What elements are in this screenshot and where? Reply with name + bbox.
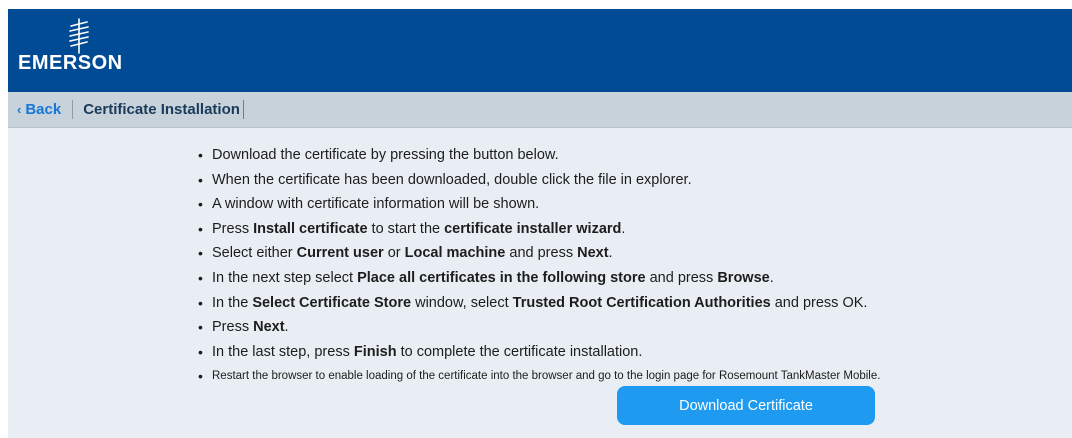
page-title: Certificate Installation	[83, 101, 240, 118]
instruction-text: Select either	[212, 245, 297, 262]
instruction-item: In the next step select Place all certif…	[196, 266, 880, 291]
instruction-item: Download the certificate by pressing the…	[196, 143, 880, 168]
instruction-item: Select either Current user or Local mach…	[196, 241, 880, 266]
instruction-text: .	[608, 245, 613, 262]
chevron-left-icon: ‹	[17, 102, 22, 117]
instruction-emphasis: Local machine	[404, 245, 506, 262]
download-certificate-button[interactable]: Download Certificate	[617, 386, 875, 425]
instruction-emphasis: Trusted Root Certification Authorities	[512, 294, 771, 311]
instruction-emphasis: Install certificate	[253, 220, 368, 237]
emerson-logo-mark-icon	[69, 18, 89, 54]
instruction-text: Press	[212, 319, 254, 336]
instruction-emphasis: Finish	[353, 343, 397, 360]
emerson-logo: EMERSON	[18, 18, 138, 78]
download-certificate-button-label: Download Certificate	[679, 397, 813, 414]
instruction-text: Restart the browser to enable loading of…	[212, 370, 881, 383]
instruction-text: In the next step select	[212, 269, 358, 286]
instruction-item: A window with certificate information wi…	[196, 192, 880, 217]
emerson-logo-text: EMERSON	[18, 52, 123, 74]
back-link[interactable]: ‹ Back	[17, 101, 61, 118]
instruction-text: to start the	[367, 220, 445, 237]
instruction-text: or	[383, 245, 405, 262]
instructions-list: Download the certificate by pressing the…	[196, 143, 880, 389]
instruction-text: .	[621, 220, 626, 237]
instruction-item: When the certificate has been downloaded…	[196, 168, 880, 193]
instruction-item: In the last step, press Finish to comple…	[196, 340, 880, 365]
instruction-text: Press	[212, 220, 254, 237]
instruction-emphasis: Next	[253, 319, 285, 336]
instruction-text: .	[769, 269, 774, 286]
instruction-text: Download the certificate by pressing the…	[212, 147, 559, 163]
instruction-text: In the	[212, 294, 253, 311]
instruction-text: When the certificate has been downloaded…	[212, 171, 692, 188]
instruction-emphasis: Place all certificates in the following …	[357, 269, 646, 286]
instruction-emphasis: Current user	[296, 245, 384, 262]
instruction-item: Press Install certificate to start the c…	[196, 217, 880, 242]
header-bar: EMERSON	[8, 9, 1072, 92]
instruction-text: In the last step, press	[212, 343, 354, 360]
instruction-emphasis: Select Certificate Store	[252, 294, 412, 311]
instruction-text: A window with certificate information wi…	[212, 196, 540, 213]
back-link-label: Back	[25, 101, 62, 118]
text-caret	[242, 100, 244, 119]
instruction-text: and press OK.	[770, 294, 868, 311]
instruction-text: to complete the certificate installation…	[396, 343, 643, 360]
instruction-emphasis: Browse	[717, 269, 770, 286]
navigation-bar: ‹ Back Certificate Installation	[8, 92, 1072, 128]
nav-divider	[72, 100, 74, 119]
instruction-item: Press Next.	[196, 315, 880, 340]
instruction-emphasis: certificate installer wizard	[444, 220, 622, 237]
instruction-text: and press	[505, 245, 578, 262]
instruction-text: and press	[645, 269, 718, 286]
instruction-text: .	[284, 319, 289, 336]
instruction-emphasis: Next	[577, 245, 609, 262]
instruction-item: In the Select Certificate Store window, …	[196, 291, 880, 316]
instruction-text: window, select	[411, 294, 513, 311]
